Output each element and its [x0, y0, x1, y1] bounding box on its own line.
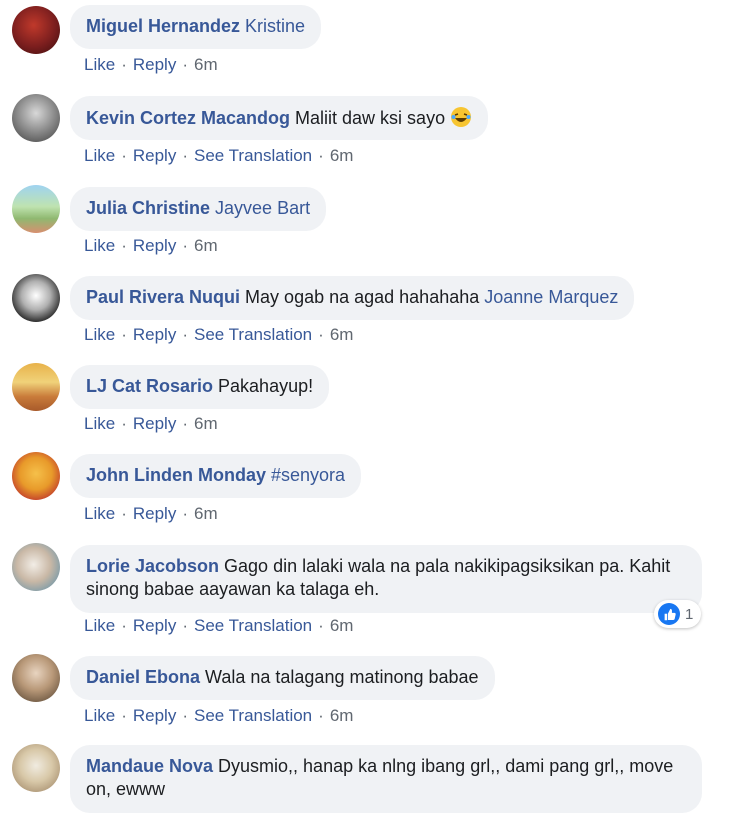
- see-translation-link[interactable]: See Translation: [194, 146, 312, 165]
- see-translation-link[interactable]: See Translation: [194, 325, 312, 344]
- reply-link[interactable]: Reply: [133, 504, 176, 523]
- comment-text: Wala na talagang matinong babae: [205, 667, 479, 687]
- see-translation-link[interactable]: See Translation: [194, 706, 312, 725]
- comment-timestamp[interactable]: 6m: [194, 504, 218, 523]
- comment-text: Pakahayup!: [218, 376, 314, 396]
- like-link[interactable]: Like: [84, 616, 115, 635]
- mention-tag[interactable]: Kristine: [245, 16, 305, 36]
- comment-author[interactable]: Julia Christine: [86, 198, 210, 218]
- laughing-tears-emoji: [451, 107, 472, 127]
- avatar[interactable]: [12, 452, 60, 500]
- like-link[interactable]: Like: [84, 414, 115, 433]
- comment-author[interactable]: LJ Cat Rosario: [86, 376, 213, 396]
- comment-author[interactable]: Kevin Cortez Macandog: [86, 108, 290, 128]
- comment-timestamp[interactable]: 6m: [194, 236, 218, 255]
- comment-timestamp[interactable]: 6m: [330, 325, 354, 344]
- comment-bubble: Julia Christine Jayvee Bart: [70, 187, 327, 231]
- comment-author[interactable]: Paul Rivera Nuqui: [86, 287, 240, 307]
- comment-author[interactable]: Miguel Hernandez: [86, 16, 240, 36]
- comment-timestamp[interactable]: 6m: [330, 616, 354, 635]
- comment-bubble: Miguel Hernandez Kristine: [70, 5, 322, 49]
- comment-text: Maliit daw ksi sayo: [295, 108, 446, 128]
- comment-actions: Like · Reply · 6m: [84, 504, 218, 523]
- comment-bubble: Kevin Cortez Macandog Maliit daw ksi sayo: [70, 96, 489, 140]
- comment-actions: Like · Reply · See Translation · 6m: [84, 325, 354, 344]
- comment-author[interactable]: Mandaue Nova: [86, 756, 213, 776]
- comment-bubble: John Linden Monday #senyora: [70, 454, 362, 498]
- comment-timestamp[interactable]: 6m: [330, 146, 354, 165]
- see-translation-link[interactable]: See Translation: [194, 616, 312, 635]
- avatar[interactable]: [12, 94, 60, 142]
- reply-link[interactable]: Reply: [133, 325, 176, 344]
- avatar[interactable]: [12, 185, 60, 233]
- comment-timestamp[interactable]: 6m: [194, 414, 218, 433]
- like-link[interactable]: Like: [84, 236, 115, 255]
- comment-author[interactable]: John Linden Monday: [86, 465, 266, 485]
- thumbs-up-icon: [658, 603, 680, 625]
- reply-link[interactable]: Reply: [133, 55, 176, 74]
- avatar[interactable]: [12, 274, 60, 322]
- like-link[interactable]: Like: [84, 325, 115, 344]
- like-link[interactable]: Like: [84, 706, 115, 725]
- comment-text: May ogab na agad hahahaha: [245, 287, 480, 307]
- like-link[interactable]: Like: [84, 504, 115, 523]
- comment-actions: Like · Reply · 6m: [84, 236, 218, 255]
- comment-bubble: Lorie Jacobson Gago din lalaki wala na pa…: [70, 545, 702, 613]
- comment-timestamp[interactable]: 6m: [330, 706, 354, 725]
- mention-tag[interactable]: Jayvee Bart: [215, 198, 310, 218]
- avatar[interactable]: [12, 6, 60, 54]
- comment-author[interactable]: Lorie Jacobson: [86, 556, 219, 576]
- avatar[interactable]: [12, 654, 60, 702]
- comment-bubble: LJ Cat Rosario Pakahayup!: [70, 365, 330, 409]
- comment-actions: Like · Reply · 6m: [84, 414, 218, 433]
- reply-link[interactable]: Reply: [133, 146, 176, 165]
- reply-link[interactable]: Reply: [133, 414, 176, 433]
- mention-tag[interactable]: Joanne Marquez: [484, 287, 618, 307]
- reaction-count: 1: [685, 605, 694, 623]
- comment-bubble: Daniel Ebona Wala na talagang matinong ba…: [70, 656, 495, 700]
- reply-link[interactable]: Reply: [133, 616, 176, 635]
- comment-timestamp[interactable]: 6m: [194, 55, 218, 74]
- reply-link[interactable]: Reply: [133, 706, 176, 725]
- comment-actions: Like · Reply · See Translation · 6m: [84, 616, 354, 635]
- avatar[interactable]: [12, 543, 60, 591]
- comment-actions: Like · Reply · 6m: [84, 55, 218, 74]
- comment-actions: Like · Reply · See Translation · 6m: [84, 706, 354, 725]
- comment-bubble: Mandaue Nova Dyusmio,, hanap ka nlng iban…: [70, 745, 702, 813]
- comment-actions: Like · Reply · See Translation · 6m: [84, 146, 354, 165]
- like-link[interactable]: Like: [84, 146, 115, 165]
- reaction-summary[interactable]: 1: [654, 600, 702, 628]
- comment-bubble: Paul Rivera Nuqui May ogab na agad hahaha…: [70, 276, 635, 320]
- hashtag[interactable]: #senyora: [271, 465, 345, 485]
- avatar[interactable]: [12, 363, 60, 411]
- like-link[interactable]: Like: [84, 55, 115, 74]
- comment-author[interactable]: Daniel Ebona: [86, 667, 200, 687]
- reply-link[interactable]: Reply: [133, 236, 176, 255]
- avatar[interactable]: [12, 744, 60, 792]
